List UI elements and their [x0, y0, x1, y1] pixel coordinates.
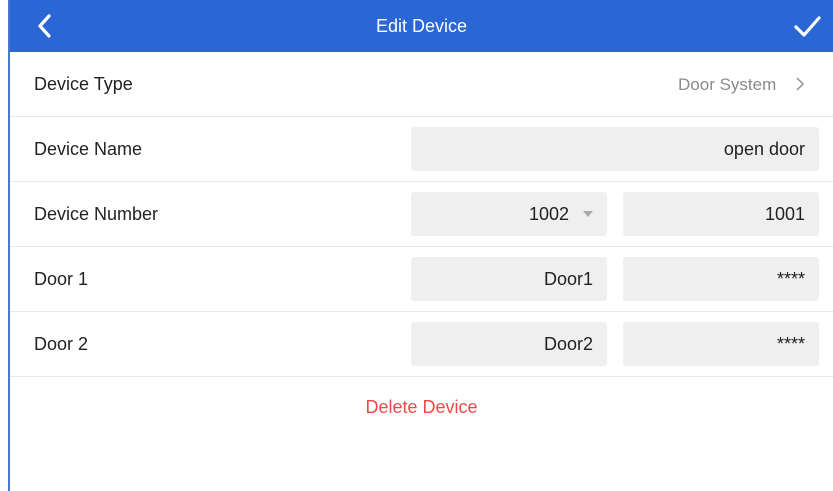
page-title: Edit Device: [375, 16, 468, 36]
device-type-label: Device Type: [34, 74, 133, 94]
door1-label: Door 1: [34, 269, 89, 289]
device-name-row: Device Name open door: [10, 117, 833, 182]
door1-name-input[interactable]: Door1: [411, 257, 607, 301]
chevron-right-icon: [796, 77, 805, 91]
device-name-input[interactable]: open door: [411, 127, 819, 171]
door1-password-input[interactable]: ****: [623, 257, 819, 301]
header-bar: Edit Device: [10, 0, 833, 52]
door2-password-input[interactable]: ****: [623, 322, 819, 366]
door1-row: Door 1 Door1 ****: [10, 247, 833, 312]
device-name-label: Device Name: [34, 139, 143, 159]
device-type-selector[interactable]: Door System: [678, 52, 805, 117]
delete-device-button[interactable]: Delete Device: [10, 397, 833, 418]
device-number-label: Device Number: [34, 204, 159, 224]
door2-row: Door 2 Door2 ****: [10, 312, 833, 377]
device-number-input[interactable]: 1001: [623, 192, 819, 236]
checkmark-icon: [794, 16, 821, 37]
device-number-select-value: 1002: [528, 204, 569, 224]
save-button[interactable]: [791, 12, 823, 40]
device-number-select[interactable]: 1002: [411, 192, 607, 236]
door2-name-input[interactable]: Door2: [411, 322, 607, 366]
door2-label: Door 2: [34, 334, 89, 354]
dropdown-arrow-icon: [583, 211, 593, 217]
device-number-row: Device Number 1002 1001: [10, 182, 833, 247]
device-type-row[interactable]: Device Type Door System: [10, 52, 833, 117]
device-form: Device Type Door System Device Name open…: [10, 52, 833, 377]
device-type-value: Door System: [678, 75, 777, 94]
